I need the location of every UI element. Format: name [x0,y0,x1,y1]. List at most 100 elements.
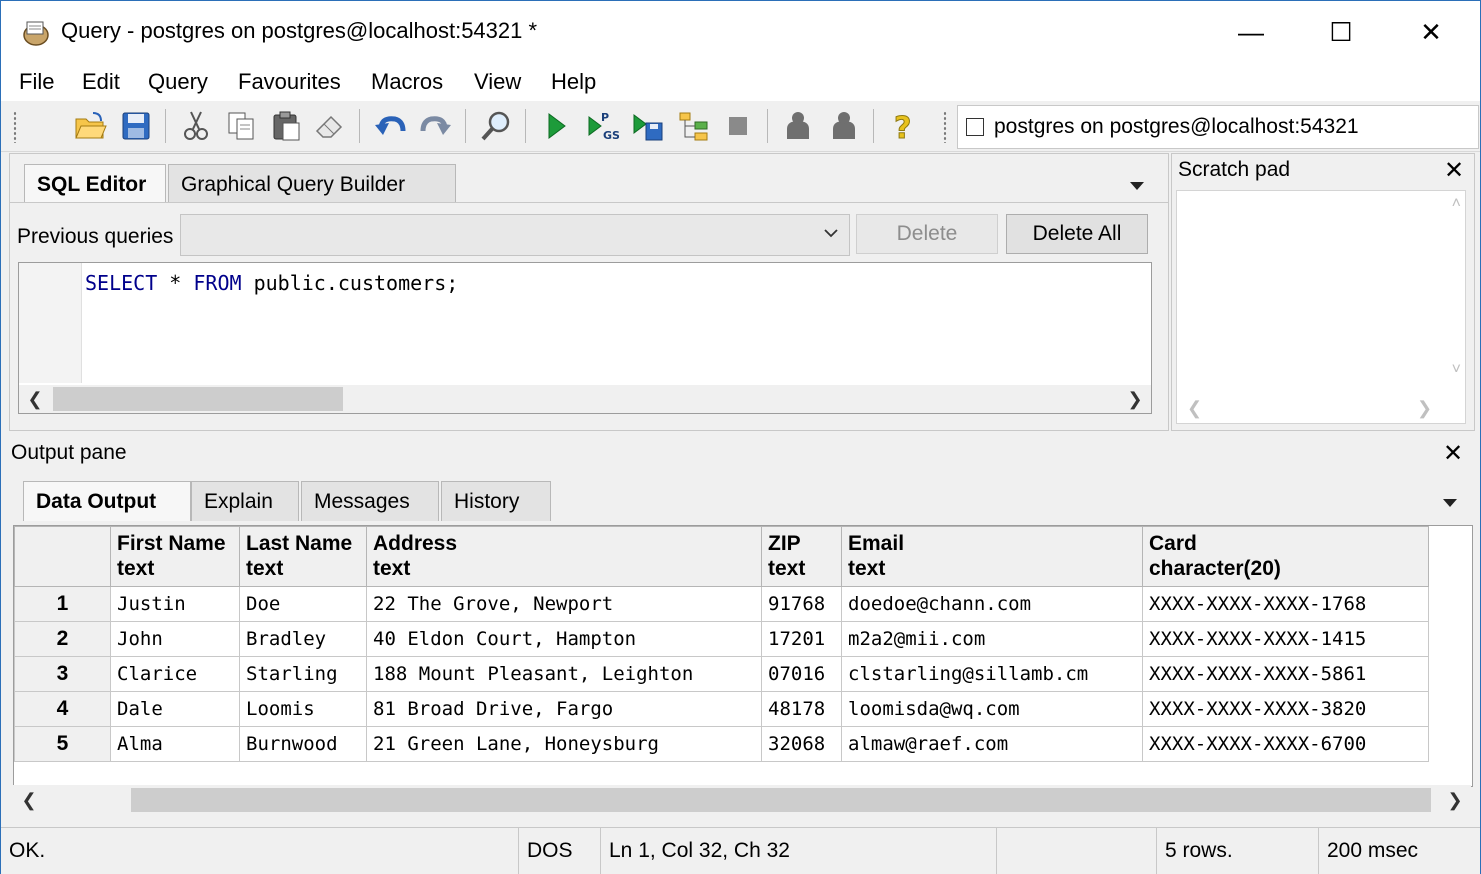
scroll-left-icon[interactable]: ❮ [1187,398,1202,419]
table-cell[interactable]: Dale [110,691,240,727]
column-header[interactable]: Email text [841,526,1143,587]
table-cell[interactable]: XXXX-XXXX-XXXX-5861 [1142,656,1429,692]
table-cell[interactable]: XXXX-XXXX-XXXX-1768 [1142,586,1429,622]
row-number[interactable]: 3 [14,656,111,692]
close-icon[interactable]: ✕ [1444,156,1464,185]
table-row[interactable]: 2 John Bradley 40 Eldon Court, Hampton 1… [14,621,1429,657]
table-cell[interactable]: Burnwood [239,726,367,762]
tab-history[interactable]: History [441,481,551,521]
sql-editor[interactable]: SELECT * FROM public.customers; ❮ ❯ [18,262,1152,414]
grid-corner[interactable] [14,526,111,587]
table-row[interactable]: 1 Justin Doe 22 The Grove, Newport 91768… [14,586,1429,622]
table-cell[interactable]: 22 The Grove, Newport [366,586,762,622]
table-cell[interactable]: Bradley [239,621,367,657]
cut-icon[interactable] [179,109,213,143]
table-cell[interactable]: Clarice [110,656,240,692]
table-cell[interactable]: Starling [239,656,367,692]
previous-queries-select[interactable] [180,214,850,256]
delete-button[interactable]: Delete [856,214,998,254]
table-cell[interactable]: John [110,621,240,657]
column-header[interactable]: Address text [366,526,762,587]
scroll-left-icon[interactable]: ❮ [21,385,49,413]
panel-menu-icon[interactable] [1130,182,1144,190]
maximize-button[interactable]: ☐ [1321,15,1361,49]
table-cell[interactable]: almaw@raef.com [841,726,1143,762]
table-cell[interactable]: XXXX-XXXX-XXXX-6700 [1142,726,1429,762]
execute-icon[interactable] [539,109,573,143]
column-header[interactable]: Last Name text [239,526,367,587]
table-row[interactable]: 4 Dale Loomis 81 Broad Drive, Fargo 4817… [14,691,1429,727]
close-icon[interactable]: ✕ [1443,439,1463,468]
row-number[interactable]: 4 [14,691,111,727]
run-macro-icon[interactable] [781,109,815,143]
menu-query[interactable]: Query [148,69,208,95]
row-number[interactable]: 2 [14,621,111,657]
paste-icon[interactable] [269,109,303,143]
table-cell[interactable]: 188 Mount Pleasant, Leighton [366,656,762,692]
scrollbar-thumb[interactable] [53,387,343,411]
delete-all-button[interactable]: Delete All [1006,214,1148,254]
menu-favourites[interactable]: Favourites [238,69,341,95]
table-cell[interactable]: Justin [110,586,240,622]
find-icon[interactable] [479,109,513,143]
undo-icon[interactable] [373,109,407,143]
data-output-grid[interactable]: First Name text Last Name text Address text… [13,525,1473,787]
menu-file[interactable]: File [19,69,54,95]
sql-query-text[interactable]: SELECT * FROM public.customers; [85,271,458,295]
connection-selector[interactable]: postgres on postgres@localhost:54321 [957,105,1479,149]
scroll-right-icon[interactable]: ❯ [1417,398,1432,419]
scroll-right-icon[interactable]: ❯ [1121,385,1149,413]
panel-menu-icon[interactable] [1443,499,1457,507]
minimize-button[interactable]: — [1231,15,1271,49]
clear-icon[interactable] [313,109,347,143]
scratch-pad-textarea[interactable]: ˄ ˅ ❮ ❯ [1176,190,1466,424]
table-cell[interactable]: m2a2@mii.com [841,621,1143,657]
table-cell[interactable]: 32068 [761,726,842,762]
table-row[interactable]: 5 Alma Burnwood 21 Green Lane, Honeysbur… [14,726,1429,762]
scrollbar-thumb[interactable] [131,788,1431,812]
explain-icon[interactable] [677,109,711,143]
redo-icon[interactable] [419,109,453,143]
table-cell[interactable]: clstarling@sillamb.cm [841,656,1143,692]
menu-help[interactable]: Help [551,69,596,95]
open-file-icon[interactable] [73,109,107,143]
menu-macros[interactable]: Macros [371,69,443,95]
save-icon[interactable] [119,109,153,143]
scroll-right-icon[interactable]: ❯ [1441,786,1469,814]
table-cell[interactable]: Alma [110,726,240,762]
menu-view[interactable]: View [474,69,521,95]
table-cell[interactable]: Loomis [239,691,367,727]
row-number[interactable]: 5 [14,726,111,762]
scroll-up-icon[interactable]: ˄ [1452,195,1461,213]
cancel-icon[interactable] [721,109,755,143]
manage-macros-icon[interactable] [827,109,861,143]
column-header[interactable]: First Name text [110,526,240,587]
table-cell[interactable]: 48178 [761,691,842,727]
table-cell[interactable]: Doe [239,586,367,622]
scroll-down-icon[interactable]: ˅ [1452,361,1461,379]
table-cell[interactable]: XXXX-XXXX-XXXX-1415 [1142,621,1429,657]
tab-messages[interactable]: Messages [301,481,439,521]
menu-edit[interactable]: Edit [82,69,120,95]
tab-data-output[interactable]: Data Output [23,481,191,521]
table-cell[interactable]: 91768 [761,586,842,622]
table-cell[interactable]: 40 Eldon Court, Hampton [366,621,762,657]
column-header[interactable]: ZIP text [761,526,842,587]
table-cell[interactable]: doedoe@chann.com [841,586,1143,622]
copy-icon[interactable] [225,109,259,143]
execute-to-file-icon[interactable] [631,109,665,143]
toolbar-grip[interactable] [13,111,17,143]
tab-explain[interactable]: Explain [191,481,299,521]
editor-horizontal-scrollbar[interactable]: ❮ ❯ [19,385,1151,413]
table-cell[interactable]: 21 Green Lane, Honeysburg [366,726,762,762]
toolbar-grip[interactable] [943,111,947,143]
connection-checkbox[interactable] [966,118,984,136]
scroll-left-icon[interactable]: ❮ [15,786,43,814]
grid-horizontal-scrollbar[interactable]: ❮ ❯ [13,785,1471,815]
execute-pgscript-icon[interactable]: P GS [585,109,619,143]
table-cell[interactable]: 07016 [761,656,842,692]
help-icon[interactable]: ? [887,109,921,144]
table-cell[interactable]: XXXX-XXXX-XXXX-3820 [1142,691,1429,727]
row-number[interactable]: 1 [14,586,111,622]
table-cell[interactable]: 81 Broad Drive, Fargo [366,691,762,727]
